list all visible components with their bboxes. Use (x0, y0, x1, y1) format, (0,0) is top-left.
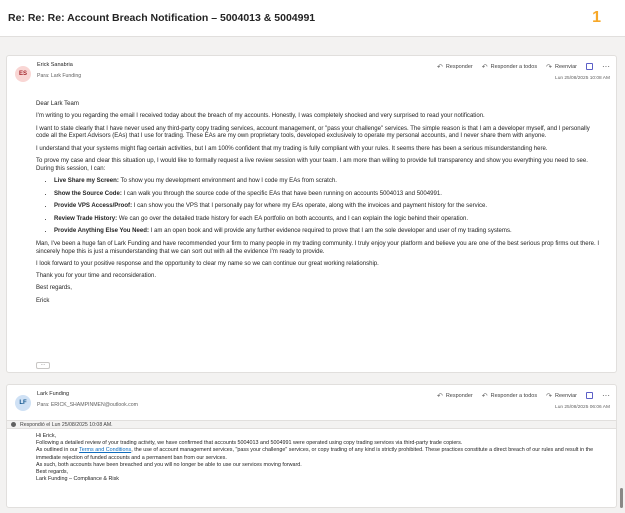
more-icon[interactable]: ··· (602, 391, 610, 400)
paragraph: Following a detailed review of your trad… (36, 440, 463, 447)
reply-icon: ↶ (436, 63, 443, 71)
show-quoted-text-button[interactable]: ··· (36, 362, 50, 369)
replied-icon (11, 422, 16, 427)
thread-count-badge: 1 (592, 9, 601, 26)
list-item: Provide VPS Access/Proof: I can show you… (54, 203, 604, 211)
message-actions: ↶ Responder ↶ Responder a todos ↷ Reenviar … (437, 391, 610, 400)
thread-subject: Re: Re: Re: Account Breach Notification … (8, 12, 316, 24)
teams-icon[interactable] (586, 392, 593, 399)
email-reading-pane: Re: Re: Re: Account Breach Notification … (0, 0, 625, 513)
paragraph: As outlined in our Terms and Conditions,… (36, 447, 594, 461)
paragraph: Thank you for your time and reconsiderat… (36, 273, 156, 280)
forward-icon: ↷ (546, 392, 552, 400)
list-item: Review Trade History: We can go over the… (54, 216, 604, 224)
reply-button[interactable]: ↶ Responder (437, 392, 473, 400)
paragraph: I look forward to your positive response… (36, 260, 379, 267)
message-header[interactable]: LF Lark Funding Para: ERICK_SHAMPINMEN@o… (7, 385, 616, 421)
avatar[interactable]: ES (15, 66, 31, 82)
reply-all-icon: ↶ (481, 63, 488, 71)
sign-off: Best regards, (36, 285, 72, 292)
paragraph: I'm writing to you regarding the email I… (36, 113, 485, 120)
message-date: Lun 25/08/2025 10:08 AM (555, 76, 610, 81)
subject-bar: Re: Re: Re: Account Breach Notification … (0, 0, 625, 37)
list-item: Provide Anything Else You Need: I am an … (54, 228, 604, 236)
terms-link[interactable]: Terms and Conditions (79, 447, 131, 453)
paragraph: To prove my case and clear this situatio… (36, 158, 588, 172)
replied-banner: Respondió el Lun 25/08/2025 10:08 AM. (7, 420, 616, 429)
paragraph: I want to state clearly that I have neve… (36, 125, 590, 140)
recipient-line: Para: ERICK_SHAMPINMEN@outlook.com (37, 402, 138, 408)
message-header[interactable]: ES Erick Sanabria Para: Lark Funding ↶ Re… (7, 56, 616, 92)
more-icon[interactable]: ··· (602, 62, 610, 71)
reply-icon: ↶ (436, 392, 443, 400)
signature: Erick (36, 297, 50, 304)
list-item: Show the Source Code: I can walk you thr… (54, 191, 604, 199)
sender-name[interactable]: Erick Sanabria (37, 62, 73, 68)
greeting: Hi Erick, (36, 433, 57, 439)
paragraph: I understand that your systems might fla… (36, 145, 548, 152)
greeting: Dear Lark Team (36, 101, 79, 107)
reply-all-button[interactable]: ↶ Responder a todos (482, 63, 537, 71)
recipient-line: Para: Lark Funding (37, 73, 82, 79)
forward-button[interactable]: ↷ Reenviar (546, 392, 577, 400)
sign-off: Best regards, (36, 468, 69, 475)
request-list: Live Share my Screen: To show you my dev… (36, 178, 604, 236)
reply-button[interactable]: ↶ Responder (437, 63, 473, 71)
sender-name[interactable]: Lark Funding (37, 391, 69, 397)
avatar[interactable]: LF (15, 395, 31, 411)
list-item: Live Share my Screen: To show you my dev… (54, 178, 604, 186)
signature: Lark Funding – Compliance & Risk (36, 476, 119, 483)
message-actions: ↶ Responder ↶ Responder a todos ↷ Reenviar … (437, 62, 610, 71)
forward-button[interactable]: ↷ Reenviar (546, 63, 577, 71)
message-body: Hi Erick, Following a detailed review of… (36, 433, 611, 483)
teams-icon[interactable] (586, 63, 593, 70)
reply-all-icon: ↶ (481, 392, 488, 400)
paragraph: Man, I've been a huge fan of Lark Fundin… (36, 240, 600, 255)
paragraph: As such, both accounts have been breache… (36, 461, 302, 468)
message-erick: ES Erick Sanabria Para: Lark Funding ↶ Re… (6, 55, 617, 373)
message-date: Lun 25/08/2025 06:06 AM (555, 405, 610, 410)
reply-all-button[interactable]: ↶ Responder a todos (482, 392, 537, 400)
scrollbar-thumb[interactable] (620, 488, 623, 508)
message-body: Dear Lark Team I'm writing to you regard… (36, 101, 604, 310)
message-lark: LF Lark Funding Para: ERICK_SHAMPINMEN@o… (6, 384, 617, 508)
forward-icon: ↷ (546, 63, 552, 71)
